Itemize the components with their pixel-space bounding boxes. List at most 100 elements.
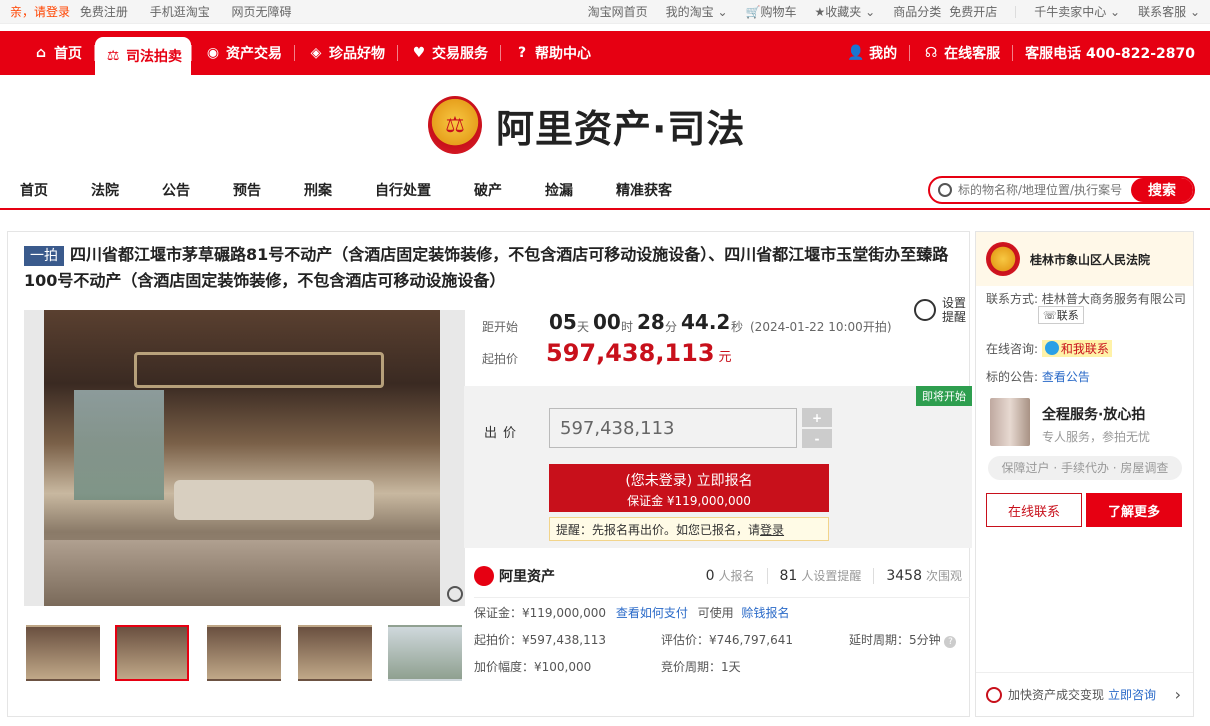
bid-stepper: + - [802, 408, 832, 448]
signup-button[interactable]: (您未登录) 立即报名 保证金 ¥119,000,000 [549, 464, 829, 512]
categories-link[interactable]: 商品分类 [893, 3, 941, 20]
site-bar: 亲，请登录 免费注册 手机逛淘宝 网页无障碍 淘宝网首页 我的淘宝 ⌄ 🛒购物车… [0, 0, 1210, 24]
mobile-link[interactable]: 手机逛淘宝 [150, 5, 210, 19]
question-icon[interactable]: ? [944, 636, 957, 648]
contact-button[interactable]: ☏联系 [1038, 306, 1084, 324]
court-name[interactable]: 桂林市象山区人民法院 [1030, 251, 1150, 268]
search-input[interactable] [958, 183, 1128, 197]
heart-icon: ♥ [412, 45, 426, 61]
cart-link[interactable]: 🛒购物车 [746, 3, 797, 20]
chevron-right-icon: › [1174, 685, 1181, 704]
photo-floor [44, 540, 440, 606]
cat-precise-leads[interactable]: 精准获客 [616, 180, 672, 200]
my-taobao-link[interactable]: 我的淘宝 ⌄ [666, 3, 728, 20]
signup-count-value: 0 [705, 568, 715, 584]
nav-treasures[interactable]: ◈ 珍品好物 [295, 31, 397, 75]
taobao-home-link[interactable]: 淘宝网首页 [588, 3, 648, 20]
cat-preview[interactable]: 预告 [233, 180, 261, 200]
status-badge: 即将开始 [916, 386, 972, 406]
decrease-button[interactable]: - [802, 429, 832, 448]
cat-bankruptcy[interactable]: 破产 [474, 180, 502, 200]
nav-hotline-label: 客服电话 400-822-2870 [1025, 46, 1195, 62]
hours-unit: 时 [621, 320, 634, 334]
gavel-icon: ⚖ [106, 48, 120, 64]
cat-bargain[interactable]: 捡漏 [545, 180, 573, 200]
accessible-link[interactable]: 网页无障碍 [232, 5, 292, 19]
view-count-value: 3458 [886, 568, 922, 584]
nav-mine-label: 我的 [869, 46, 898, 62]
nav-trade-service-label: 交易服务 [432, 46, 488, 62]
thumbnail[interactable] [207, 625, 281, 681]
credit-signup-link[interactable]: 赊钱报名 [742, 606, 790, 620]
ali-logo-text: 阿里资产 [499, 568, 555, 585]
thumbnail[interactable] [388, 625, 462, 681]
consult-footer[interactable]: 加快资产成交变现 立即咨询 › [976, 672, 1193, 716]
zoom-icon[interactable] [447, 586, 463, 602]
nav-trade-service[interactable]: ♥ 交易服务 [398, 31, 500, 75]
court-sidebar: 桂林市象山区人民法院 联系方式: 桂林普大商务服务有限公司 ☏联系 在线咨询: … [975, 231, 1194, 717]
item-title-text: 四川省都江堰市茅草碾路81号不动产（含酒店固定装饰装修，不包含酒店可移动设施设备… [24, 245, 949, 290]
learn-more-button[interactable]: 了解更多 [1086, 493, 1182, 527]
start-price-label: 起拍价 [482, 352, 519, 366]
nav-mine[interactable]: 👤 我的 [835, 31, 909, 75]
top-navigation: ⌂ 首页 ⚖ 司法拍卖 ◉ 资产交易 ◈ 珍品好物 ♥ 交易服务 ? 帮助中心 👤 我的 ☊ 在… [0, 31, 1210, 75]
cat-home[interactable]: 首页 [20, 180, 48, 200]
usable-text: 可使用 [697, 606, 734, 620]
headset-icon: ☊ [924, 45, 938, 61]
main-photo[interactable] [44, 310, 440, 606]
cat-court[interactable]: 法院 [91, 180, 119, 200]
chat-button[interactable]: 和我联系 [1041, 340, 1112, 357]
cat-notice[interactable]: 公告 [162, 180, 190, 200]
online-contact-button[interactable]: 在线联系 [986, 493, 1082, 527]
view-notice-link[interactable]: 查看公告 [1042, 370, 1090, 384]
countdown-minutes: 28 [637, 310, 665, 334]
set-reminder-label: 设置提醒 [942, 296, 967, 324]
seller-center-link[interactable]: 千牛卖家中心 ⌄ [1034, 3, 1120, 20]
search-button[interactable]: 搜索 [1131, 178, 1193, 202]
signup-count-label: 人报名 [718, 569, 755, 583]
bid-increment: 加价幅度：¥100,000 [474, 660, 592, 674]
set-reminder-button[interactable]: 设置提醒 [914, 296, 968, 324]
service-features: 保障过户 · 手续代办 · 房屋调查 [988, 456, 1182, 480]
stats-counts: 0 人报名 81 人设置提醒 3458 次围观 [694, 567, 970, 584]
site-logo[interactable]: ⚖ 阿里资产·司法 [428, 96, 745, 154]
help-icon: ? [517, 45, 527, 61]
service-subtitle: 专人服务，参拍无忧 [1042, 430, 1151, 444]
increase-button[interactable]: + [802, 408, 832, 427]
reminder-count-value: 81 [779, 568, 798, 584]
my-taobao-label: 我的淘宝 [665, 5, 714, 19]
favorites-link[interactable]: ★收藏夹 ⌄ [815, 3, 876, 20]
home-icon: ⌂ [35, 45, 47, 61]
consult-now-link[interactable]: 立即咨询 [1108, 686, 1156, 703]
thumbnail[interactable] [26, 625, 100, 681]
view-count-label: 次围观 [925, 569, 962, 583]
search-icon [938, 183, 952, 197]
nav-online-service[interactable]: ☊ 在线客服 [910, 31, 1012, 75]
photo-ceiling [134, 352, 384, 388]
consult-icon [986, 686, 1002, 703]
nav-judicial-auction[interactable]: ⚖ 司法拍卖 [95, 37, 191, 75]
bid-input[interactable]: 597,438,113 [549, 408, 797, 448]
how-to-pay-link[interactable]: 查看如何支付 [616, 606, 688, 620]
login-link[interactable]: 亲，请登录 [10, 5, 70, 19]
cat-self-disposal[interactable]: 自行处置 [375, 180, 431, 200]
logo-text: 阿里资产·司法 [496, 106, 746, 151]
start-price-unit: 元 [718, 350, 732, 365]
signup-line1: (您未登录) 立即报名 [625, 473, 753, 489]
seller-center-label: 千牛卖家中心 [1034, 5, 1107, 19]
support-link[interactable]: 联系客服 ⌄ [1138, 3, 1200, 20]
deposit-row: 保证金：¥119,000,000 查看如何支付 可使用 赊钱报名 [474, 604, 790, 621]
cat-criminal[interactable]: 刑案 [304, 180, 332, 200]
open-shop-link[interactable]: 免费开店 [949, 3, 997, 20]
start-price-detail: 起拍价：¥597,438,113 [474, 633, 606, 647]
login-link[interactable]: 登录 [760, 523, 784, 537]
nav-asset-trade[interactable]: ◉ 资产交易 [192, 31, 294, 75]
nav-online-service-label: 在线客服 [944, 46, 1001, 62]
thumbnail-selected[interactable] [115, 625, 189, 681]
register-link[interactable]: 免费注册 [80, 5, 128, 19]
nav-home[interactable]: ⌂ 首页 [20, 31, 94, 75]
nav-help-center[interactable]: ? 帮助中心 [501, 31, 603, 75]
favorites-label: 收藏夹 [825, 5, 862, 19]
star-icon: ★ [814, 5, 826, 19]
thumbnail[interactable] [298, 625, 372, 681]
